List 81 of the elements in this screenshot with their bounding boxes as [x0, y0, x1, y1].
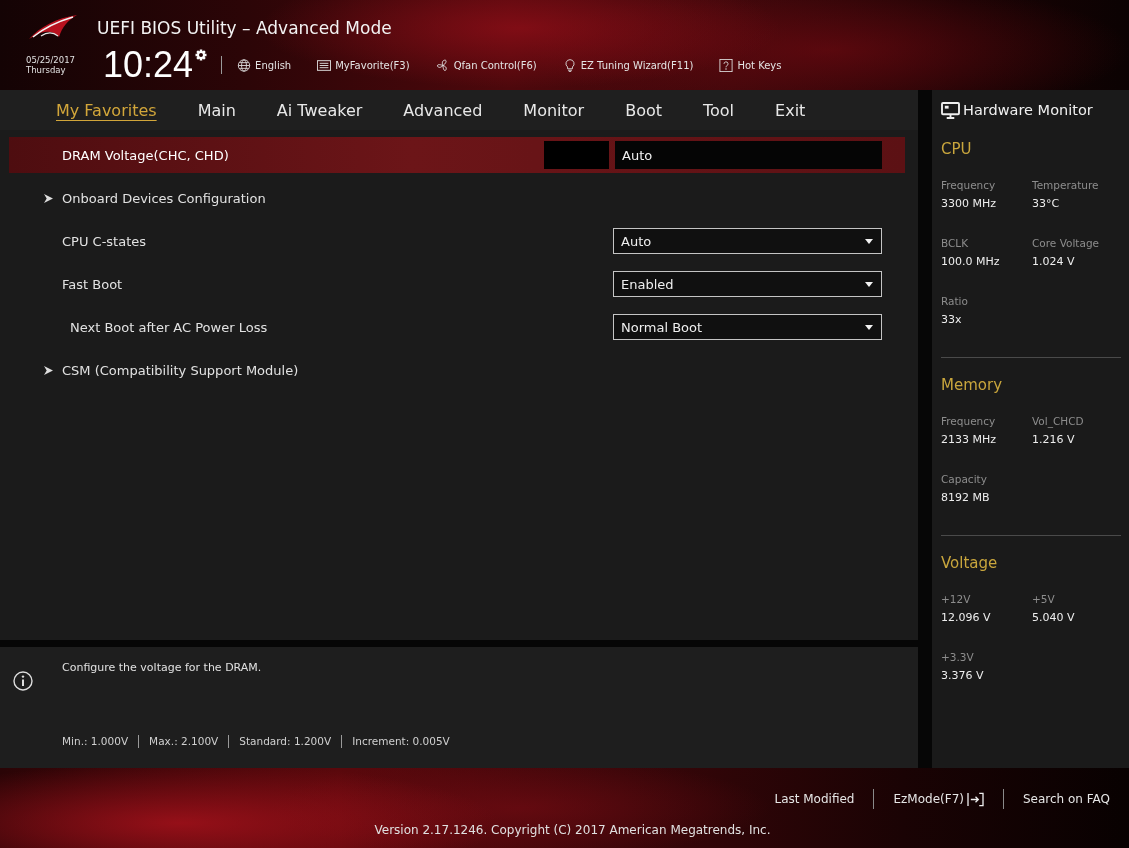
toolbar-button[interactable]: English	[237, 58, 292, 72]
setting-label: Fast Boot	[62, 276, 123, 292]
limit-text: Max.: 2.100V	[149, 734, 219, 748]
setting-row[interactable]: DRAM Voltage(CHC, CHD) Auto	[9, 137, 905, 173]
reading-value: 2133 MHz	[941, 432, 997, 448]
reading-label: Temperature	[1032, 178, 1099, 192]
reading-value: 3.376 V	[941, 668, 984, 684]
reading-label: +5V	[1032, 592, 1055, 606]
monitor-icon	[941, 101, 960, 119]
reading-value: 100.0 MHz	[941, 254, 1000, 270]
caret-icon	[865, 281, 873, 287]
input-field[interactable]	[544, 141, 609, 169]
reading-label: +3.3V	[941, 650, 974, 664]
tab[interactable]: Exit	[775, 100, 806, 120]
fan-icon	[435, 58, 450, 72]
reading-value: 1.216 V	[1032, 432, 1075, 448]
footer-button[interactable]: EzMode(F7)	[893, 791, 984, 807]
dropdown[interactable]: Auto	[613, 228, 882, 254]
reading-label: Frequency	[941, 178, 996, 192]
section-title: Voltage	[941, 554, 998, 572]
reading-value: 1.024 V	[1032, 254, 1075, 270]
setting-row[interactable]: Fast Boot Enabled	[9, 266, 905, 302]
reading-label: Ratio	[941, 294, 968, 308]
setting-label: Next Boot after AC Power Loss	[70, 319, 268, 335]
arrow-bracket-icon	[966, 791, 984, 807]
panel-title: Hardware Monitor	[963, 102, 1093, 118]
tab[interactable]: Monitor	[523, 100, 585, 120]
caret-icon	[865, 238, 873, 244]
info-icon	[13, 671, 33, 691]
submenu-item[interactable]: CSM (Compatibility Support Module)	[9, 352, 905, 388]
setting-label: DRAM Voltage(CHC, CHD)	[62, 147, 229, 163]
tab[interactable]: Main	[197, 100, 236, 120]
section-title: CPU	[941, 140, 972, 158]
help-text: Configure the voltage for the DRAM.	[62, 661, 262, 675]
limit-text: Increment: 0.005V	[352, 734, 450, 748]
reading-value: 8192 MB	[941, 490, 990, 506]
app-title: UEFI BIOS Utility – Advanced Mode	[97, 18, 392, 38]
reading-label: BCLK	[941, 236, 969, 250]
tab[interactable]: Ai Tweaker	[276, 100, 363, 120]
help-icon	[719, 58, 734, 72]
toolbar-button[interactable]: Qfan Control(F6)	[435, 58, 537, 72]
section-title: Memory	[941, 376, 1002, 394]
limit-text: Min.: 1.000V	[62, 734, 129, 748]
toolbar-button[interactable]: EZ Tuning Wizard(F11)	[562, 58, 694, 72]
arrowhead-icon	[44, 193, 53, 203]
reading-value: 5.040 V	[1032, 610, 1075, 626]
limit-text: Standard: 1.200V	[239, 734, 332, 748]
reading-label: Vol_CHCD	[1032, 414, 1084, 428]
setting-label: CPU C-states	[62, 233, 147, 249]
dropdown[interactable]: Enabled	[613, 271, 882, 297]
weekday-text: Thursday	[26, 65, 66, 75]
tab[interactable]: Tool	[703, 100, 735, 120]
reading-value: 12.096 V	[941, 610, 991, 626]
reading-label: Capacity	[941, 472, 987, 486]
footer-button[interactable]: Last Modified	[774, 792, 855, 806]
tab[interactable]: My Favorites	[56, 100, 157, 120]
footer-button[interactable]: Search on FAQ	[1022, 792, 1110, 806]
arrowhead-icon	[44, 365, 53, 375]
version-text: Version 2.17.1246. Copyright (C) 2017 American Megatrends, Inc.	[374, 823, 771, 837]
dropdown[interactable]: Normal Boot	[613, 314, 882, 340]
reading-value: 3300 MHz	[941, 196, 997, 212]
date-text: 05/25/2017	[26, 55, 75, 65]
gear-icon[interactable]	[195, 49, 208, 61]
setting-row[interactable]: Next Boot after AC Power Loss Normal Boot	[9, 309, 905, 345]
reading-value: 33x	[941, 312, 962, 328]
reading-label: Core Voltage	[1032, 236, 1100, 250]
clock-time: 10:24	[103, 48, 194, 82]
reading-label: +12V	[941, 592, 971, 606]
list-box-icon	[317, 58, 332, 72]
toolbar-button[interactable]: MyFavorite(F3)	[317, 58, 410, 72]
setting-row[interactable]: CPU C-states Auto	[9, 223, 905, 259]
caret-icon	[865, 324, 873, 330]
tab[interactable]: Advanced	[403, 100, 483, 120]
tab[interactable]: Boot	[625, 100, 662, 120]
globe-icon	[237, 58, 252, 72]
toolbar-button[interactable]: Hot Keys	[719, 58, 782, 72]
reading-value: 33°C	[1032, 196, 1060, 212]
submenu-item[interactable]: Onboard Devices Configuration	[9, 180, 905, 216]
lightbulb-icon	[562, 58, 577, 72]
reading-label: Frequency	[941, 414, 996, 428]
value-field[interactable]: Auto	[615, 141, 882, 169]
